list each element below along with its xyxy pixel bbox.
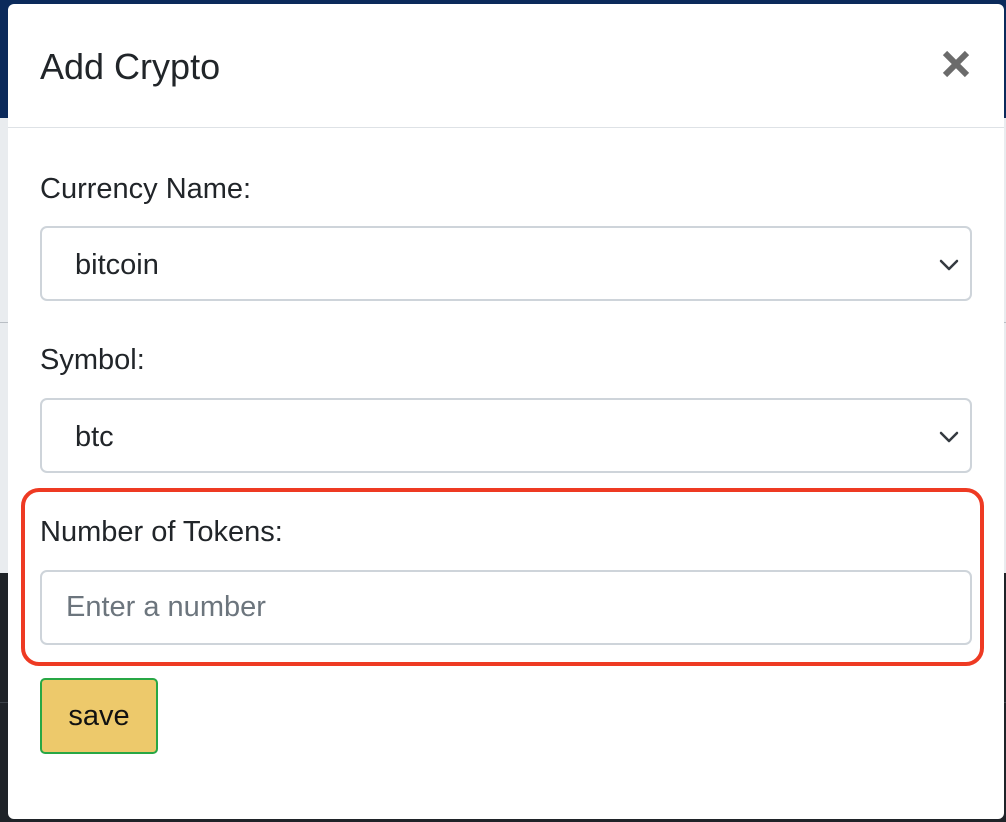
modal-header: Add Crypto [8,4,1004,128]
modal-title: Add Crypto [40,46,221,87]
number-of-tokens-label: Number of Tokens: [40,516,283,548]
add-crypto-modal: Add Crypto Currency Name: bitcoin Symbol… [8,4,1004,819]
close-icon [942,50,970,78]
symbol-label: Symbol: [40,344,145,376]
currency-name-selected-value: bitcoin [75,249,159,281]
currency-name-label: Currency Name: [40,173,252,205]
close-button[interactable] [936,44,976,84]
number-of-tokens-input[interactable] [40,570,972,645]
chevron-down-icon [939,431,959,443]
save-button[interactable]: save [40,678,158,754]
chevron-down-icon [939,259,959,271]
symbol-selected-value: btc [75,421,114,453]
symbol-select[interactable]: btc [40,398,972,473]
currency-name-select[interactable]: bitcoin [40,226,972,301]
